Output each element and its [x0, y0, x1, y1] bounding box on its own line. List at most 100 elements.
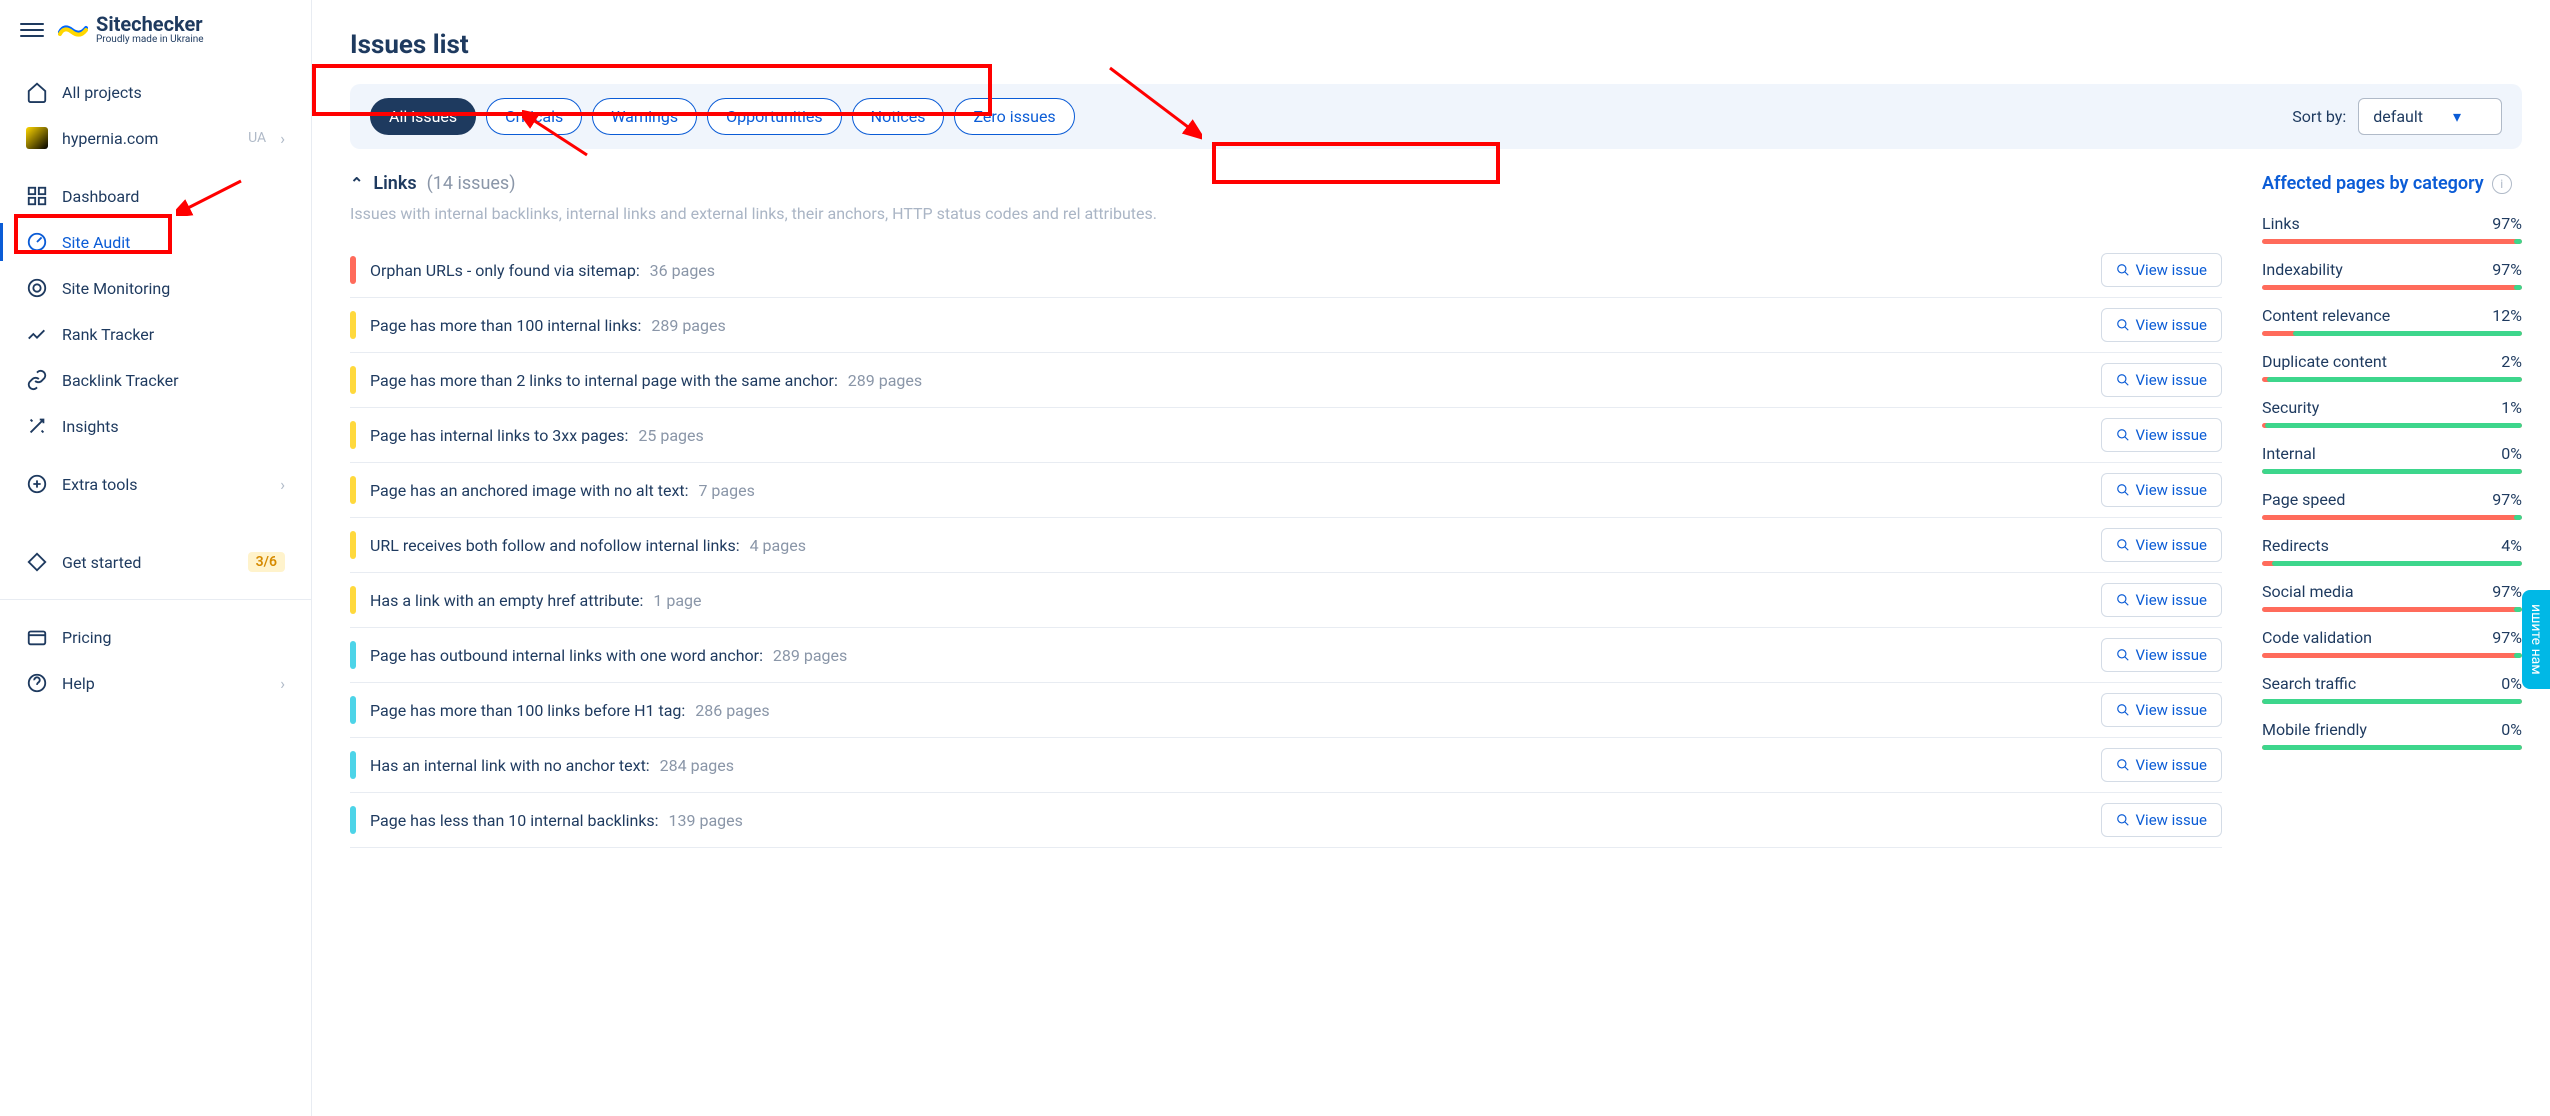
issues-column: ⌃ Links (14 issues) Issues with internal… — [350, 173, 2222, 848]
sidebar-item-project[interactable]: hypernia.com UA › — [12, 115, 299, 161]
search-icon — [2116, 648, 2130, 662]
view-issue-button[interactable]: View issue — [2101, 528, 2223, 562]
sidebar-item-site-monitoring[interactable]: Site Monitoring — [12, 265, 299, 311]
sidebar-item-extra-tools[interactable]: Extra tools › — [12, 461, 299, 507]
severity-indicator — [350, 586, 356, 614]
chevron-up-icon: ⌃ — [350, 174, 363, 193]
category-item[interactable]: Indexability97% — [2262, 260, 2522, 290]
sidebar-header: Sitechecker Proudly made in Ukraine — [0, 14, 311, 63]
sidebar-item-label: All projects — [62, 83, 285, 102]
issue-pages: 4 pages — [746, 536, 806, 555]
category-item[interactable]: Duplicate content2% — [2262, 352, 2522, 382]
categories-header: Affected pages by category i — [2262, 173, 2522, 194]
chevron-down-icon: ▾ — [2453, 107, 2461, 126]
sidebar-item-pricing[interactable]: Pricing — [12, 614, 299, 660]
category-list: Links97% Indexability97% Content relevan… — [2262, 214, 2522, 750]
search-icon — [2116, 263, 2130, 277]
sidebar-item-help[interactable]: Help › — [12, 660, 299, 706]
issue-pages: 286 pages — [691, 701, 769, 720]
categories-title: Affected pages by category — [2262, 173, 2484, 194]
sidebar-item-label: Backlink Tracker — [62, 371, 285, 390]
view-issue-button[interactable]: View issue — [2101, 418, 2223, 452]
sort-value: default — [2373, 107, 2423, 126]
view-label: View issue — [2136, 701, 2208, 719]
severity-indicator — [350, 751, 356, 779]
sidebar-item-rank-tracker[interactable]: Rank Tracker — [12, 311, 299, 357]
severity-indicator — [350, 806, 356, 834]
issue-text: Page has less than 10 internal backlinks… — [370, 811, 2087, 830]
view-issue-button[interactable]: View issue — [2101, 638, 2223, 672]
view-issue-button[interactable]: View issue — [2101, 253, 2223, 287]
view-issue-button[interactable]: View issue — [2101, 803, 2223, 837]
sidebar-item-label: Help — [62, 674, 266, 693]
filter-pill-criticals[interactable]: Criticals — [486, 98, 582, 135]
sort-label: Sort by: — [2292, 107, 2346, 126]
search-icon — [2116, 538, 2130, 552]
gauge-icon — [26, 231, 48, 253]
category-item[interactable]: Content relevance12% — [2262, 306, 2522, 336]
view-issue-button[interactable]: View issue — [2101, 473, 2223, 507]
category-item[interactable]: Links97% — [2262, 214, 2522, 244]
view-label: View issue — [2136, 646, 2208, 664]
category-item[interactable]: Mobile friendly0% — [2262, 720, 2522, 750]
sidebar-item-get-started[interactable]: Get started 3/6 — [12, 539, 299, 585]
search-icon — [2116, 813, 2130, 827]
sidebar-item-insights[interactable]: Insights — [12, 403, 299, 449]
category-name: Code validation — [2262, 628, 2372, 647]
filter-pill-zero-issues[interactable]: Zero issues — [954, 98, 1074, 135]
logo-icon — [58, 18, 88, 42]
chat-tab[interactable]: ишите нам — [2522, 590, 2550, 689]
view-issue-button[interactable]: View issue — [2101, 583, 2223, 617]
severity-indicator — [350, 476, 356, 504]
sidebar-item-site-audit[interactable]: Site Audit — [12, 219, 299, 265]
sidebar-item-all-projects[interactable]: All projects — [12, 69, 299, 115]
help-icon — [26, 672, 48, 694]
category-item[interactable]: Social media97% — [2262, 582, 2522, 612]
chevron-right-icon: › — [280, 475, 285, 494]
category-pct: 12% — [2492, 306, 2522, 325]
filter-pill-warnings[interactable]: Warnings — [592, 98, 697, 135]
logo[interactable]: Sitechecker Proudly made in Ukraine — [58, 14, 204, 45]
section-toggle[interactable]: ⌃ Links (14 issues) — [350, 173, 2222, 194]
filter-pill-all-issues[interactable]: All issues — [370, 98, 476, 135]
category-pct: 97% — [2492, 214, 2522, 233]
sidebar-item-label: Rank Tracker — [62, 325, 285, 344]
filter-pill-opportunities[interactable]: Opportunities — [707, 98, 842, 135]
menu-toggle-icon[interactable] — [20, 18, 44, 42]
sidebar-item-label: Extra tools — [62, 475, 266, 494]
category-bar — [2262, 699, 2522, 704]
issue-text: Page has more than 100 links before H1 t… — [370, 701, 2087, 720]
category-item[interactable]: Page speed97% — [2262, 490, 2522, 520]
search-icon — [2116, 318, 2130, 332]
category-item[interactable]: Search traffic0% — [2262, 674, 2522, 704]
category-pct: 0% — [2501, 444, 2522, 463]
category-bar — [2262, 607, 2522, 612]
view-issue-button[interactable]: View issue — [2101, 308, 2223, 342]
category-bar — [2262, 377, 2522, 382]
issue-row: Page has less than 10 internal backlinks… — [350, 793, 2222, 848]
category-pct: 4% — [2501, 536, 2522, 555]
section-desc: Issues with internal backlinks, internal… — [350, 204, 2222, 223]
category-item[interactable]: Redirects4% — [2262, 536, 2522, 566]
sidebar-item-dashboard[interactable]: Dashboard — [12, 173, 299, 219]
category-item[interactable]: Security1% — [2262, 398, 2522, 428]
info-icon[interactable]: i — [2492, 174, 2512, 194]
issue-pages: 25 pages — [634, 426, 703, 445]
view-issue-button[interactable]: View issue — [2101, 693, 2223, 727]
sidebar-item-label: Site Monitoring — [62, 279, 285, 298]
filter-pill-notices[interactable]: Notices — [852, 98, 945, 135]
sort-select[interactable]: default ▾ — [2358, 98, 2502, 135]
wand-icon — [26, 415, 48, 437]
category-pct: 0% — [2501, 720, 2522, 739]
view-issue-button[interactable]: View issue — [2101, 748, 2223, 782]
filter-pills: All issues Criticals Warnings Opportunities… — [370, 98, 1075, 135]
view-issue-button[interactable]: View issue — [2101, 363, 2223, 397]
wallet-icon — [26, 626, 48, 648]
issue-pages: 289 pages — [844, 371, 922, 390]
category-item[interactable]: Code validation 97% — [2262, 628, 2522, 658]
main-content: Issues list All issuesCriticalsWarningsO… — [312, 0, 2550, 1116]
category-item[interactable]: Internal0% — [2262, 444, 2522, 474]
category-name: Security — [2262, 398, 2319, 417]
category-pct: 97% — [2492, 628, 2522, 647]
sidebar-item-backlink-tracker[interactable]: Backlink Tracker — [12, 357, 299, 403]
